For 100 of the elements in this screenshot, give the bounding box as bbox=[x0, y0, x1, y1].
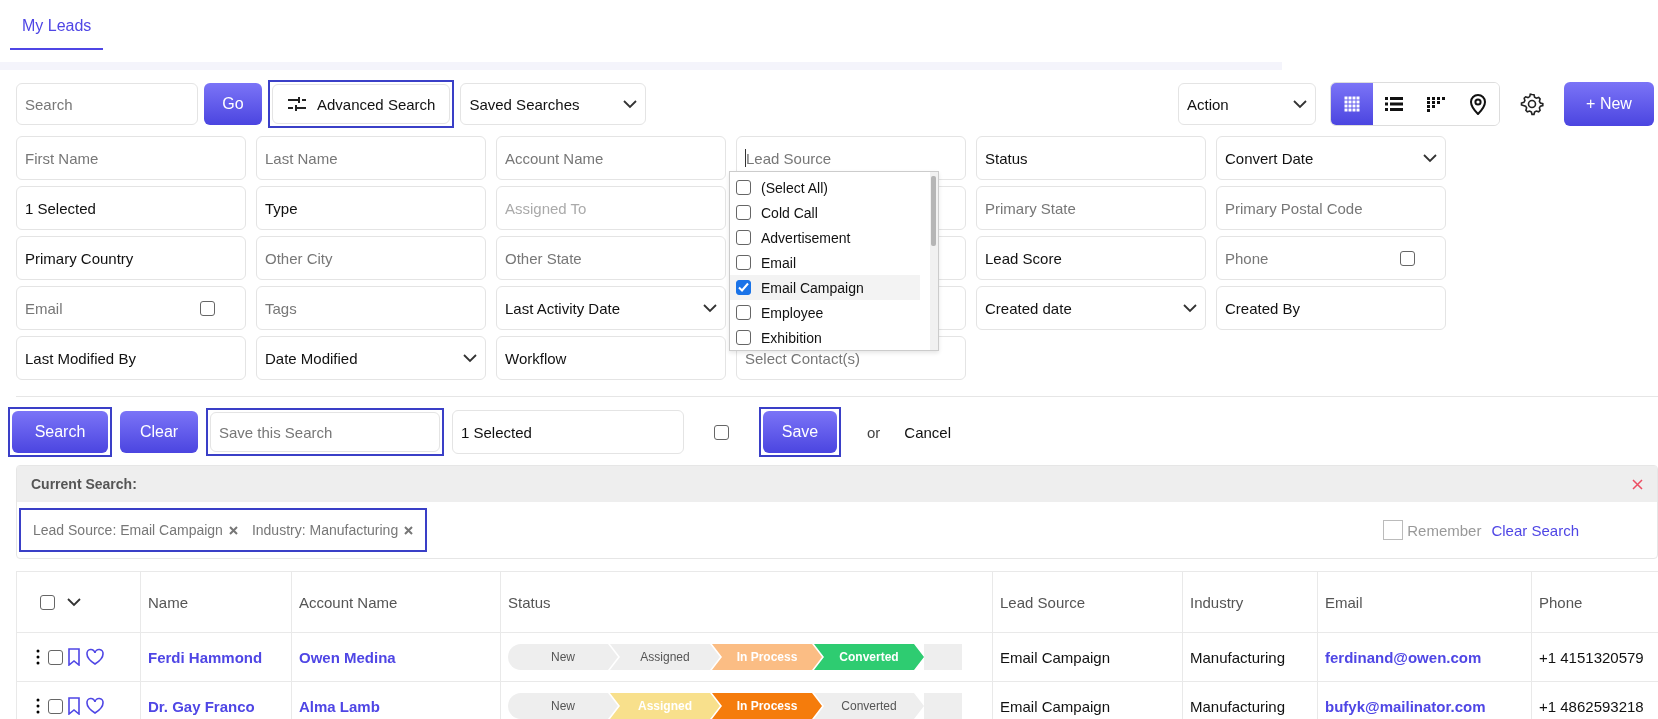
input-field[interactable]: Type bbox=[256, 186, 486, 230]
clear-search-link[interactable]: Clear Search bbox=[1491, 521, 1579, 539]
chevron-down-icon bbox=[1183, 303, 1197, 313]
account-link[interactable]: Owen Medina bbox=[291, 632, 501, 682]
kebab-icon[interactable] bbox=[36, 649, 40, 665]
remember-label: Remember bbox=[1407, 521, 1482, 539]
email-link[interactable]: ferdinand@owen.com bbox=[1317, 632, 1532, 682]
checkbox[interactable] bbox=[1383, 520, 1404, 540]
input-field[interactable]: Other State bbox=[496, 236, 726, 280]
checkbox[interactable] bbox=[736, 205, 751, 220]
status-stage: Assigned bbox=[610, 644, 720, 670]
input-field[interactable]: Primary State bbox=[976, 186, 1206, 230]
select-field[interactable]: Created date bbox=[976, 286, 1206, 330]
table-cell: Manufacturing bbox=[1182, 632, 1318, 682]
chevron-down-icon bbox=[463, 353, 477, 363]
heart-icon[interactable] bbox=[85, 697, 105, 715]
checkbox[interactable] bbox=[48, 649, 63, 665]
input-field[interactable]: Last Name bbox=[256, 136, 486, 180]
go-button[interactable]: Go bbox=[204, 83, 262, 125]
status-stage: Assigned bbox=[610, 693, 720, 719]
input-field[interactable]: Account Name bbox=[496, 136, 726, 180]
input-field[interactable]: Lead Score bbox=[976, 236, 1206, 280]
tab[interactable]: My Leads bbox=[10, 17, 104, 50]
checkbox[interactable] bbox=[736, 305, 751, 320]
save-button[interactable]: Save bbox=[763, 411, 837, 453]
chevron-down-icon bbox=[1423, 153, 1437, 163]
chevron-down-icon bbox=[67, 597, 81, 607]
column-header[interactable]: Status bbox=[500, 571, 993, 633]
status-stage: Converted bbox=[814, 644, 924, 670]
input-field[interactable]: Created By bbox=[1216, 286, 1446, 330]
checkbox[interactable] bbox=[714, 424, 729, 440]
input-field[interactable]: Primary Postal Code bbox=[1216, 186, 1446, 230]
input-field[interactable]: Tags bbox=[256, 286, 486, 330]
column-header[interactable]: Email bbox=[1317, 571, 1532, 633]
map-pin-icon bbox=[1469, 93, 1487, 115]
status-stage: New bbox=[508, 644, 618, 670]
column-header[interactable]: Industry bbox=[1182, 571, 1318, 633]
input-field[interactable]: Other City bbox=[256, 236, 486, 280]
status-stage: Converted bbox=[814, 693, 924, 719]
checkbox[interactable] bbox=[736, 280, 751, 295]
list-icon bbox=[1385, 96, 1403, 112]
clear-button[interactable]: Clear bbox=[120, 411, 198, 453]
input-field[interactable]: Status bbox=[976, 136, 1206, 180]
filter-tag: Industry: Manufacturing bbox=[251, 522, 399, 538]
select-field[interactable]: Date Modified bbox=[256, 336, 486, 380]
input-field[interactable]: First Name bbox=[16, 136, 246, 180]
lead-name-link[interactable]: Ferdi Hammond bbox=[140, 632, 292, 682]
input-field[interactable]: Phone bbox=[1216, 236, 1446, 280]
input-field[interactable]: Primary Country bbox=[16, 236, 246, 280]
bookmark-icon[interactable] bbox=[67, 648, 81, 666]
checkbox[interactable] bbox=[1400, 250, 1415, 266]
view-toggle[interactable] bbox=[1331, 83, 1373, 125]
or-label: or bbox=[867, 423, 881, 441]
chevron-down-icon bbox=[1293, 99, 1307, 109]
new-button[interactable]: + New bbox=[1564, 82, 1654, 126]
select-field[interactable]: Last Activity Date bbox=[496, 286, 726, 330]
status-stage: In Process bbox=[712, 693, 822, 719]
checkbox[interactable] bbox=[736, 230, 751, 245]
search-field[interactable]: Search bbox=[16, 83, 198, 125]
settings-icon[interactable] bbox=[1520, 92, 1544, 116]
pipeline-end bbox=[924, 644, 962, 670]
dropdown-option[interactable]: Advertisement bbox=[730, 225, 920, 250]
cancel-link[interactable]: Cancel bbox=[898, 422, 958, 442]
column-header[interactable]: Lead Source bbox=[992, 571, 1183, 633]
checkbox[interactable] bbox=[48, 698, 63, 714]
advanced-search-button[interactable]: Advanced Search bbox=[272, 84, 451, 124]
filter-tag: Lead Source: Email Campaign bbox=[33, 522, 223, 538]
dropdown-option[interactable]: Email bbox=[730, 250, 920, 275]
input-field[interactable]: 1 Selected bbox=[16, 186, 246, 230]
status-stage: New bbox=[508, 693, 618, 719]
sliders-icon bbox=[287, 96, 307, 112]
checkbox[interactable] bbox=[200, 300, 215, 316]
heart-icon[interactable] bbox=[85, 648, 105, 666]
select-all-checkbox[interactable] bbox=[40, 594, 55, 610]
input-field[interactable]: Last Modified By bbox=[16, 336, 246, 380]
checkbox[interactable] bbox=[736, 180, 751, 195]
grid-icon bbox=[1344, 96, 1360, 112]
chevron-down-icon bbox=[703, 303, 717, 313]
input-field[interactable]: Save this Search bbox=[210, 412, 440, 452]
dropdown-option[interactable]: Employee bbox=[730, 300, 920, 325]
input-field[interactable]: 1 Selected bbox=[452, 410, 684, 454]
select-field[interactable]: Convert Date bbox=[1216, 136, 1446, 180]
kebab-icon[interactable] bbox=[36, 698, 40, 714]
checkbox[interactable] bbox=[736, 330, 751, 345]
column-header[interactable]: Name bbox=[140, 571, 292, 633]
input-field[interactable]: Email bbox=[16, 286, 246, 330]
column-header[interactable]: Phone bbox=[1531, 571, 1658, 633]
table-cell: Email Campaign bbox=[992, 632, 1183, 682]
checkbox[interactable] bbox=[736, 255, 751, 270]
select-field[interactable]: Action bbox=[1178, 83, 1316, 125]
search-button[interactable]: Search bbox=[12, 411, 108, 453]
select-field[interactable]: Saved Searches bbox=[460, 83, 647, 125]
remove-icon[interactable] bbox=[228, 525, 238, 535]
input-field[interactable]: Workflow bbox=[496, 336, 726, 380]
bookmark-icon[interactable] bbox=[67, 697, 81, 715]
column-header[interactable]: Account Name bbox=[291, 571, 501, 633]
dropdown-option[interactable]: Email Campaign bbox=[730, 275, 920, 300]
remove-icon[interactable] bbox=[404, 525, 414, 535]
dropdown-option[interactable]: Cold Call bbox=[730, 200, 920, 225]
close-icon[interactable] bbox=[1632, 478, 1643, 490]
